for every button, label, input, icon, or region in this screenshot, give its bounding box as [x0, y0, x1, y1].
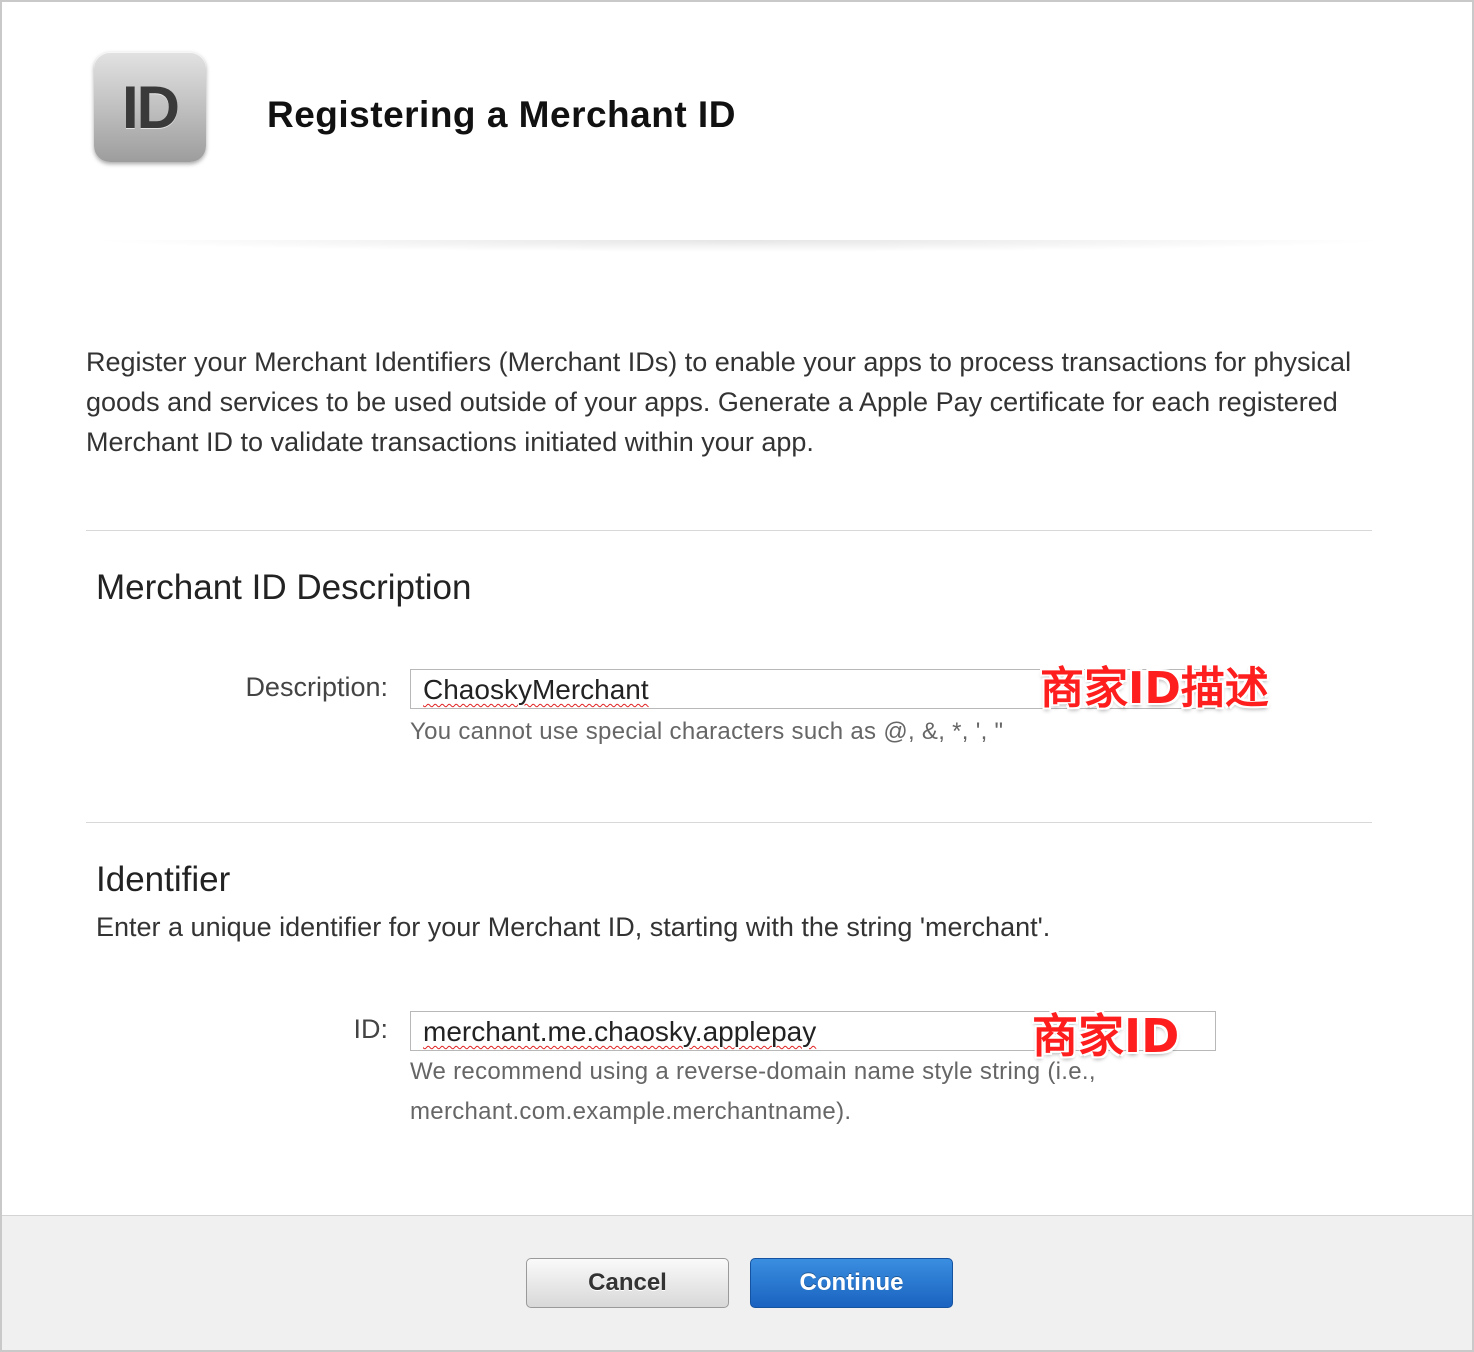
identifier-hint-line2: merchant.com.example.merchantname). [410, 1098, 852, 1125]
section-divider [86, 530, 1372, 531]
identifier-input-value: merchant.me.chaosky.applepay [423, 1016, 817, 1047]
cancel-button[interactable]: Cancel [526, 1258, 729, 1308]
intro-text: Register your Merchant Identifiers (Merc… [86, 347, 1352, 457]
description-label: Description: [245, 672, 388, 702]
identifier-hint-line1: We recommend using a reverse-domain name… [410, 1058, 1096, 1085]
continue-button[interactable]: Continue [750, 1258, 953, 1308]
id-badge-icon-text: ID [122, 73, 180, 141]
footer-bar [2, 1215, 1472, 1350]
id-label: ID: [353, 1014, 388, 1044]
description-hint: You cannot use special characters such a… [410, 718, 1004, 745]
header-divider [86, 240, 1394, 252]
section-divider [86, 822, 1372, 823]
description-input-value: ChaoskyMerchant [423, 674, 649, 705]
identifier-section-subtitle: Enter a unique identifier for your Merch… [96, 912, 1051, 942]
description-annotation: 商家ID描述 [1040, 663, 1269, 714]
id-badge-icon: ID [94, 52, 206, 162]
register-merchant-id-panel: ID Registering a Merchant ID Register yo… [0, 0, 1474, 1352]
page-title: Registering a Merchant ID [267, 94, 736, 135]
identifier-annotation: 商家ID [1032, 1009, 1180, 1063]
identifier-section-title: Identifier [96, 860, 231, 899]
description-section-title: Merchant ID Description [96, 568, 472, 607]
